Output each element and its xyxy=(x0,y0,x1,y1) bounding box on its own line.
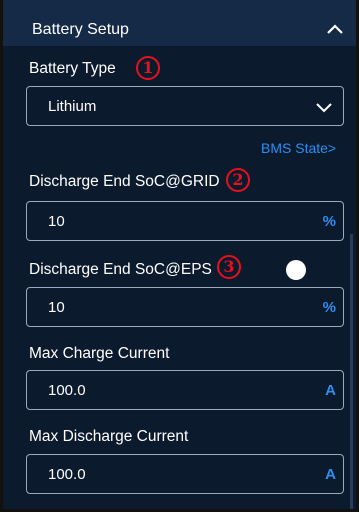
touch-indicator-dot xyxy=(286,260,306,280)
discharge-grid-input[interactable]: 10 % xyxy=(26,201,344,241)
section-header[interactable]: Battery Setup xyxy=(3,0,356,46)
max-charge-value: 100.0 xyxy=(48,382,86,399)
annotation-marker-3: 3 xyxy=(217,255,241,279)
battery-type-value: Lithium xyxy=(48,98,97,115)
discharge-eps-value: 10 xyxy=(48,299,65,316)
battery-type-label: Battery Type xyxy=(29,60,116,77)
discharge-eps-input[interactable]: 10 % xyxy=(26,287,344,327)
battery-type-select[interactable]: Lithium xyxy=(26,86,344,126)
chevron-down-icon xyxy=(316,103,332,113)
discharge-eps-unit: % xyxy=(322,299,336,316)
scrollbar[interactable] xyxy=(350,234,353,509)
annotation-marker-1: 1 xyxy=(136,56,160,80)
max-discharge-label: Max Discharge Current xyxy=(29,428,189,445)
discharge-grid-unit: % xyxy=(322,213,336,230)
discharge-eps-label: Discharge End SoC@EPS xyxy=(29,261,212,278)
max-discharge-value: 100.0 xyxy=(48,466,86,483)
max-discharge-input[interactable]: 100.0 A xyxy=(26,454,344,494)
discharge-grid-value: 10 xyxy=(48,213,65,230)
discharge-grid-label: Discharge End SoC@GRID xyxy=(29,173,220,190)
bms-state-link[interactable]: BMS State> xyxy=(261,140,336,156)
max-charge-unit: A xyxy=(325,382,336,399)
annotation-marker-2: 2 xyxy=(226,168,250,192)
chevron-up-icon[interactable] xyxy=(326,23,344,35)
max-discharge-unit: A xyxy=(325,466,336,483)
max-charge-input[interactable]: 100.0 A xyxy=(26,370,344,410)
max-charge-label: Max Charge Current xyxy=(29,345,170,362)
section-title: Battery Setup xyxy=(32,21,129,38)
